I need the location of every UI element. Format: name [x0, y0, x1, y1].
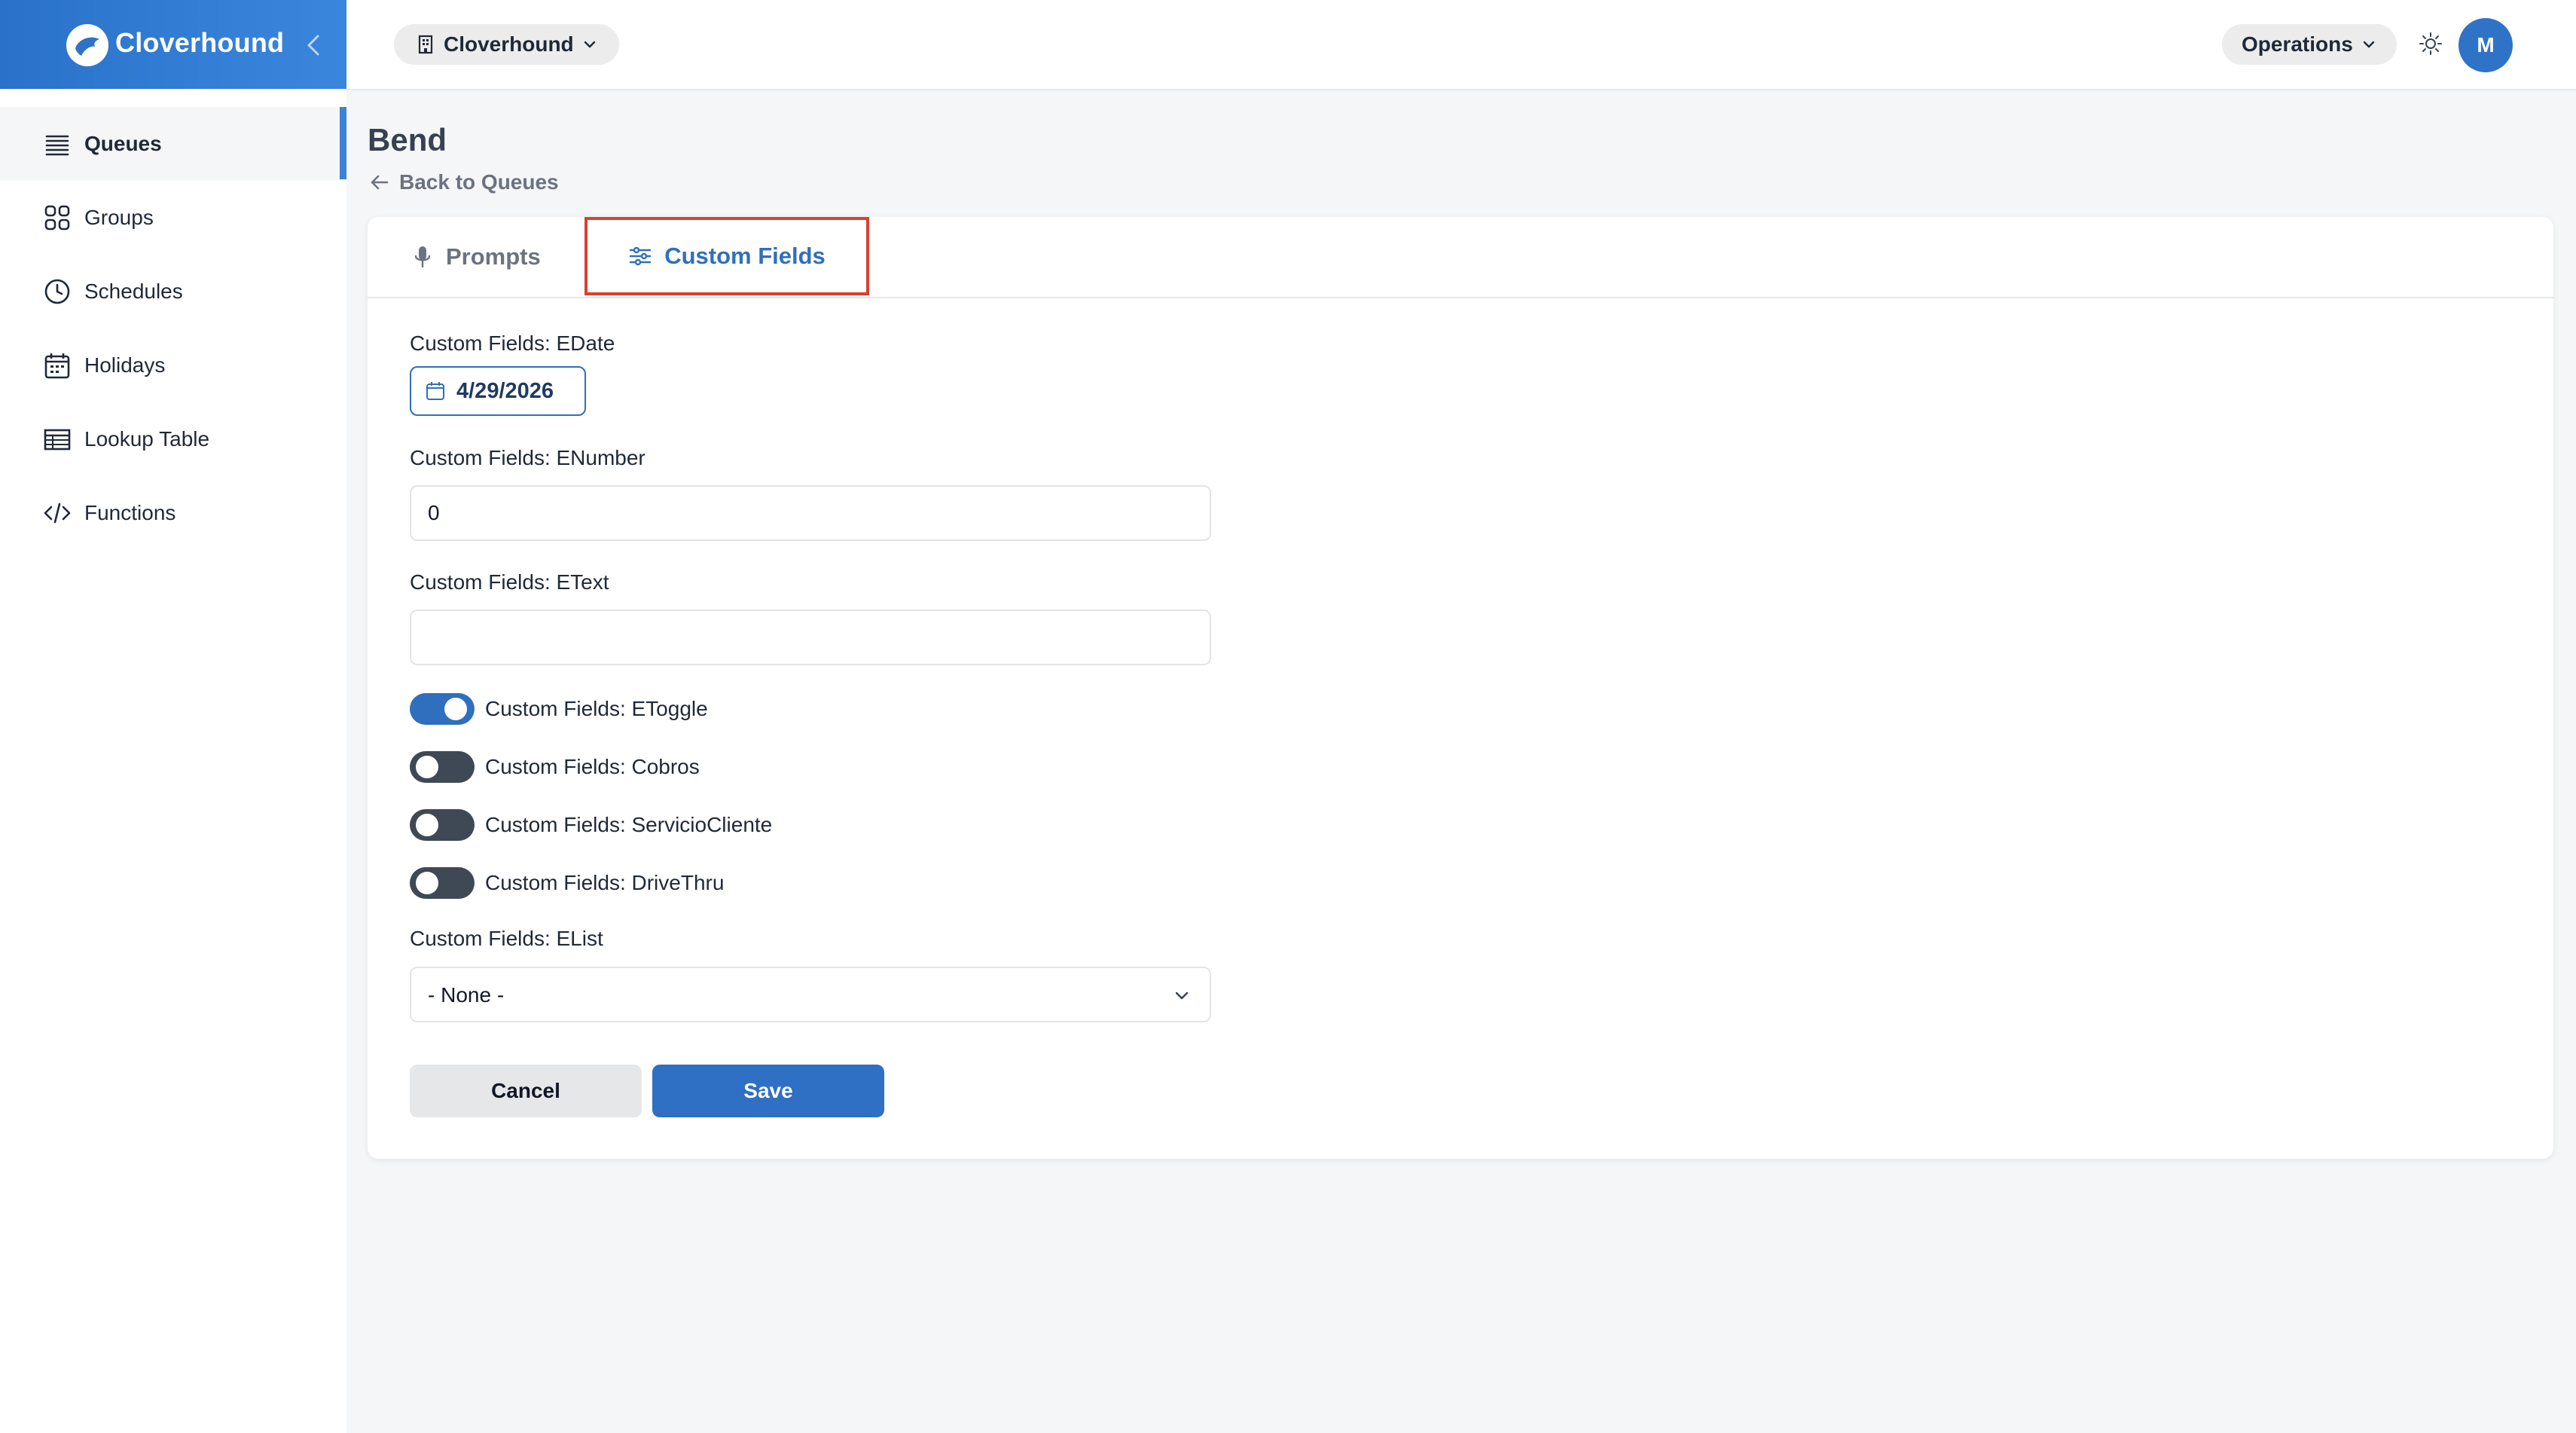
- sliders-icon: [630, 246, 652, 266]
- tab-prompts[interactable]: Prompts: [411, 217, 541, 297]
- sidebar-item-label: Queues: [84, 132, 162, 155]
- serviciocliente-switch[interactable]: [410, 809, 475, 841]
- elist-label: Custom Fields: EList: [410, 927, 603, 950]
- sidebar-item-label: Groups: [84, 206, 154, 229]
- drivethru-label: Custom Fields: DriveThru: [485, 871, 725, 894]
- tab-custom-fields[interactable]: Custom Fields: [584, 217, 869, 295]
- switch-knob: [444, 698, 467, 720]
- grid-icon: [44, 205, 70, 231]
- back-to-queues-link[interactable]: Back to Queues: [369, 170, 559, 194]
- drivethru-row[interactable]: Custom Fields: DriveThru: [410, 867, 724, 899]
- organization-selector[interactable]: Cloverhound: [394, 24, 619, 65]
- save-button[interactable]: Save: [652, 1065, 884, 1117]
- edate-value: 4/29/2026: [456, 378, 554, 403]
- elist-select[interactable]: - None -: [410, 967, 1211, 1022]
- chevron-down-icon: [584, 41, 595, 48]
- avatar[interactable]: M: [2458, 18, 2513, 72]
- arrow-left-icon: [371, 175, 389, 190]
- drivethru-switch[interactable]: [410, 867, 475, 899]
- edate-picker-button[interactable]: 4/29/2026: [410, 366, 586, 416]
- cobros-row[interactable]: Custom Fields: Cobros: [410, 751, 700, 783]
- sidebar-item-functions[interactable]: Functions: [0, 476, 346, 550]
- brand-name: Cloverhound: [115, 27, 285, 58]
- sidebar-item-label: Schedules: [84, 280, 183, 303]
- calendar-icon: [44, 353, 70, 379]
- etext-input[interactable]: [410, 610, 1211, 665]
- serviciocliente-label: Custom Fields: ServicioCliente: [485, 813, 773, 836]
- table-icon: [44, 429, 71, 451]
- sidebar-item-groups[interactable]: Groups: [0, 181, 346, 255]
- page-title: Bend: [368, 122, 447, 157]
- switch-knob: [416, 872, 438, 894]
- sidebar-item-queues[interactable]: Queues: [0, 107, 346, 181]
- enumber-label: Custom Fields: ENumber: [410, 446, 646, 469]
- cloverhound-logo-icon: [66, 24, 108, 66]
- tab-bar: Prompts Custom Fields: [368, 217, 2553, 298]
- building-icon: [418, 35, 433, 54]
- sidebar-item-label: Holidays: [84, 353, 166, 377]
- organization-label: Cloverhound: [444, 32, 574, 56]
- brand-header: Cloverhound: [0, 0, 346, 89]
- elist-selected-value: - None -: [428, 983, 505, 1007]
- role-label: Operations: [2242, 32, 2353, 56]
- list-icon: [45, 135, 69, 156]
- switch-knob: [416, 814, 438, 836]
- switch-knob: [416, 756, 438, 778]
- back-link-label: Back to Queues: [399, 170, 559, 194]
- sidebar-nav: Queues Groups Schedules Holidays Lookup …: [0, 107, 346, 550]
- etoggle-label: Custom Fields: EToggle: [485, 697, 708, 720]
- etoggle-row[interactable]: Custom Fields: EToggle: [410, 693, 708, 725]
- chevron-down-icon: [2363, 41, 2375, 48]
- role-selector[interactable]: Operations: [2222, 24, 2397, 65]
- top-bar: Cloverhound Operations M: [346, 0, 2576, 90]
- sun-icon[interactable]: [2416, 29, 2446, 59]
- sidebar-item-label: Lookup Table: [84, 427, 210, 451]
- sidebar-item-label: Functions: [84, 501, 176, 524]
- collapse-sidebar-chevron-icon[interactable]: [303, 30, 325, 60]
- microphone-icon: [414, 246, 431, 268]
- enumber-input[interactable]: [410, 485, 1211, 541]
- code-icon: [44, 503, 71, 524]
- sidebar: Cloverhound Queues Groups Schedules Holi…: [0, 0, 346, 1433]
- sidebar-item-lookup-table[interactable]: Lookup Table: [0, 402, 346, 476]
- etoggle-switch[interactable]: [410, 693, 475, 725]
- edate-label: Custom Fields: EDate: [410, 332, 615, 355]
- serviciocliente-row[interactable]: Custom Fields: ServicioCliente: [410, 809, 772, 841]
- sidebar-item-schedules[interactable]: Schedules: [0, 255, 346, 328]
- clock-icon: [44, 279, 70, 304]
- sidebar-item-holidays[interactable]: Holidays: [0, 328, 346, 402]
- tab-label: Prompts: [446, 243, 541, 270]
- chevron-down-icon: [1175, 991, 1189, 1000]
- custom-fields-card: Prompts Custom Fields Custom Fields: EDa…: [368, 217, 2553, 1159]
- etext-label: Custom Fields: EText: [410, 570, 609, 594]
- tab-label: Custom Fields: [664, 243, 826, 269]
- calendar-icon: [426, 382, 444, 400]
- cobros-label: Custom Fields: Cobros: [485, 755, 700, 778]
- cancel-button[interactable]: Cancel: [410, 1065, 642, 1117]
- cobros-switch[interactable]: [410, 751, 475, 783]
